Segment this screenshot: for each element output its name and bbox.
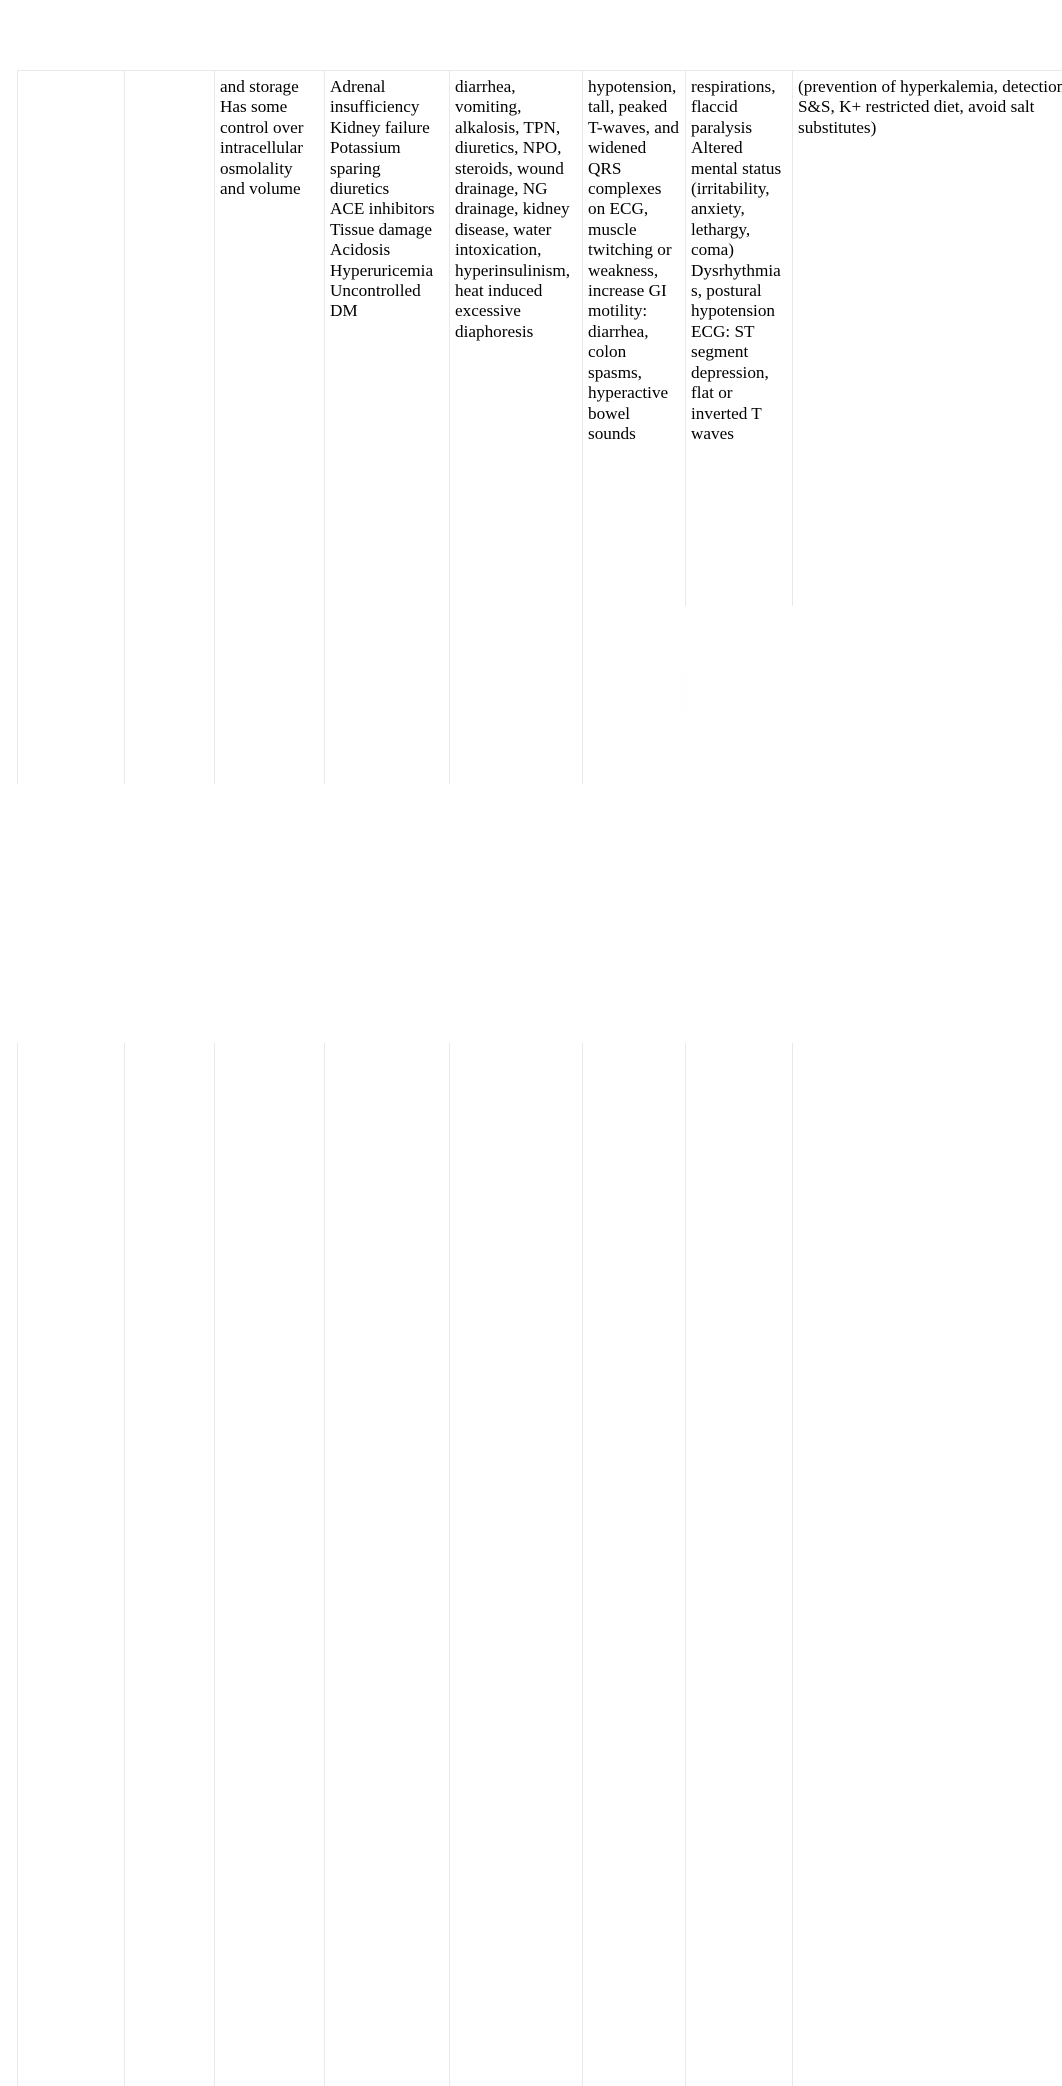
cell-function: and storage Has some control over intrac… <box>215 71 325 2086</box>
page-bottom-whitespace <box>0 784 1062 1043</box>
cell-deficit-causes: diarrhea, vomiting, alkalosis, TPN, diur… <box>450 71 583 2086</box>
table-row: and storage Has some control over intrac… <box>18 71 1062 2086</box>
cell-text: respirations, flaccid paralysis Altered … <box>691 77 781 443</box>
cell-excess-signs: hypotension, tall, peaked T-waves, and w… <box>583 71 686 2086</box>
electrolyte-reference-table: and storage Has some control over intrac… <box>17 70 1062 2086</box>
cell-text: Adrenal insufficiency Kidney failure Pot… <box>330 77 435 320</box>
cell-deficit-signs: respirations, flaccid paralysis Altered … <box>686 71 793 2086</box>
cell-normal-range <box>125 71 215 2086</box>
cell-nursing-interventions: (prevention of hyperkalemia, detection o… <box>793 71 1062 2086</box>
cell-text: hypotension, tall, peaked T-waves, and w… <box>588 77 679 443</box>
cell-text: diarrhea, vomiting, alkalosis, TPN, diur… <box>455 77 570 341</box>
cell-text: and storage Has some control over intrac… <box>220 77 304 198</box>
document-page: and storage Has some control over intrac… <box>0 0 1062 1043</box>
cell-excess-causes: Adrenal insufficiency Kidney failure Pot… <box>325 71 450 2086</box>
cell-text: (prevention of hyperkalemia, detection o… <box>798 77 1062 137</box>
electrolyte-table-container: and storage Has some control over intrac… <box>17 70 1062 2086</box>
cell-electrolyte-name <box>18 71 125 2086</box>
